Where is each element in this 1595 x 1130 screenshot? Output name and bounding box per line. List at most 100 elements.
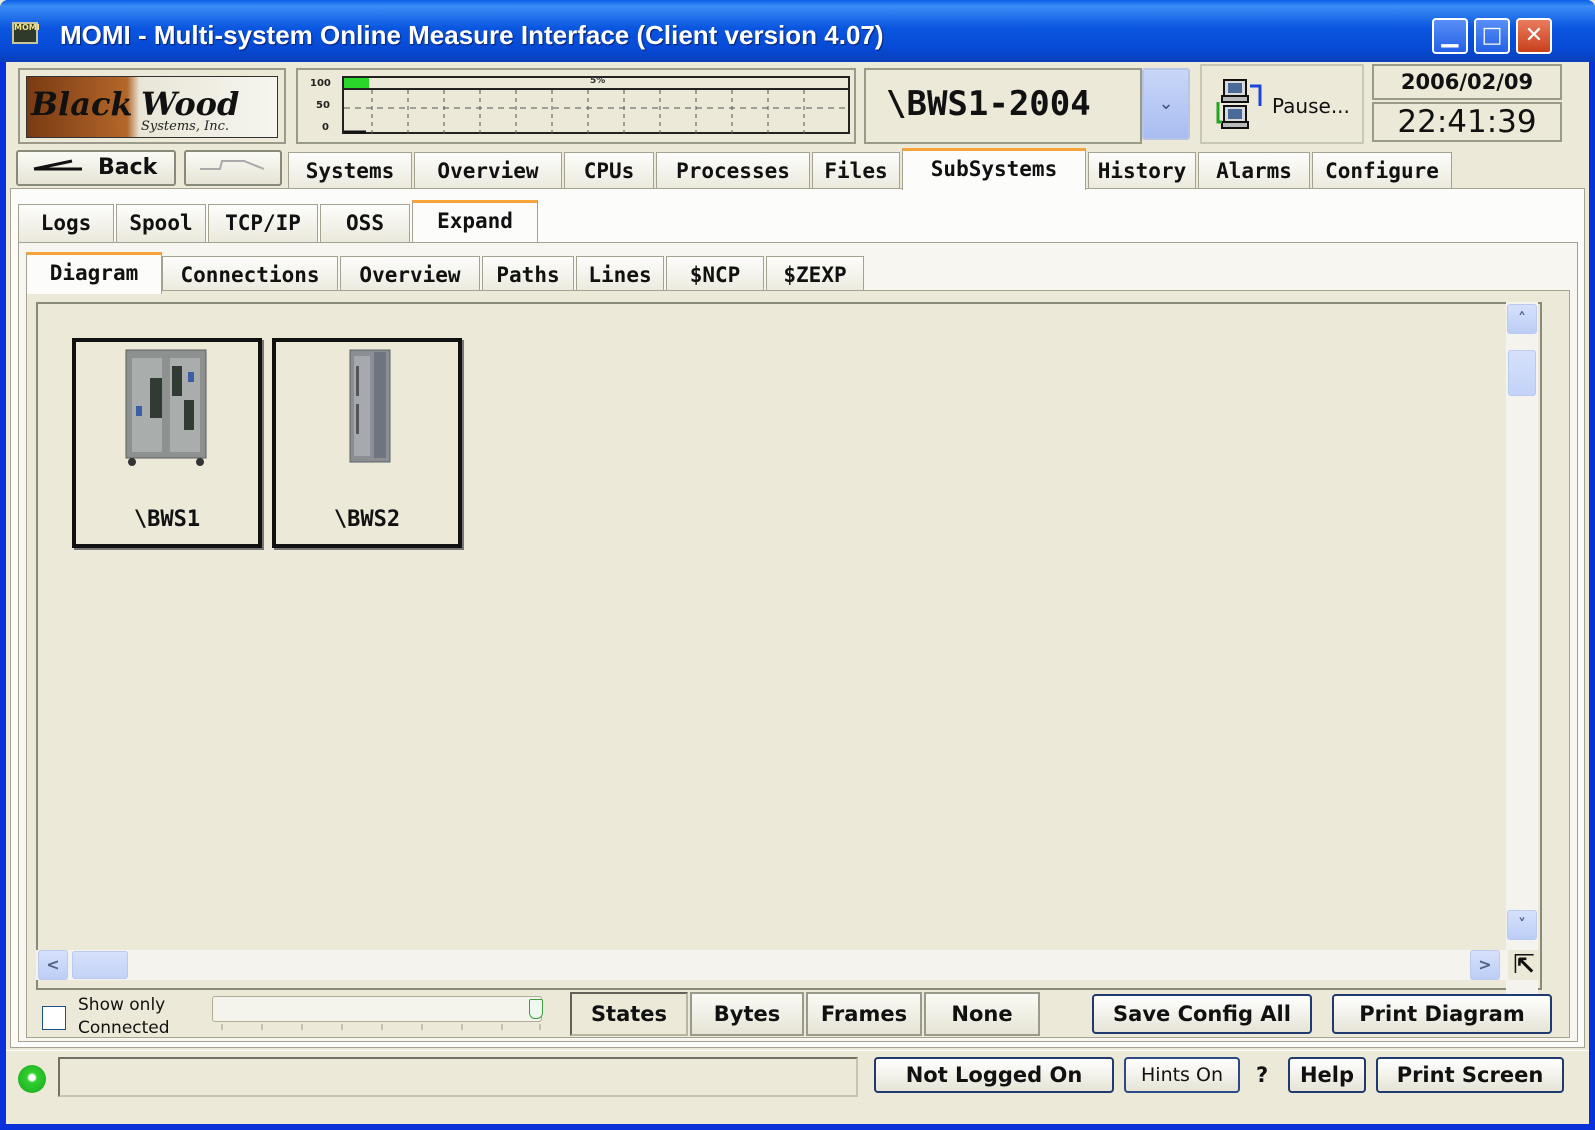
scroll-right-button[interactable]: >	[1470, 950, 1500, 980]
chevron-right-icon: >	[1478, 955, 1492, 974]
expand-tab-ncp[interactable]: $NCP	[666, 256, 764, 294]
chevron-down-icon: ˅	[1518, 915, 1526, 934]
slider-ticks	[221, 1024, 541, 1030]
gauge-plot: 5%	[342, 76, 850, 134]
diagram-node-label: \BWS1	[133, 507, 201, 532]
minimize-button[interactable]: ▁	[1432, 18, 1468, 54]
pause-label: Pause...	[1272, 94, 1350, 118]
subtab-spool[interactable]: Spool	[116, 204, 206, 242]
mode-bytes-button[interactable]: Bytes	[690, 992, 804, 1036]
mode-frames-button[interactable]: Frames	[806, 992, 922, 1036]
save-config-all-button[interactable]: Save Config All	[1092, 994, 1312, 1034]
print-diagram-button[interactable]: Print Diagram	[1332, 994, 1552, 1034]
subtab-logs[interactable]: Logs	[18, 204, 114, 242]
gauge-axis-50: 50	[316, 100, 330, 111]
current-date: 2006/02/09	[1372, 64, 1562, 100]
network-diagram-canvas[interactable]: \BWS1 \BWS2	[36, 302, 1542, 990]
diagram-horizontal-scrollbar[interactable]: < >	[36, 950, 1508, 980]
tab-configure[interactable]: Configure	[1312, 152, 1452, 190]
momi-app-icon[interactable]: MOMI	[12, 22, 40, 44]
subtab-oss[interactable]: OSS	[320, 204, 410, 242]
scroll-left-button[interactable]: <	[38, 950, 68, 980]
chevron-left-icon: <	[46, 955, 60, 974]
server-cabinet-double-icon	[125, 349, 207, 466]
status-message-field	[58, 1057, 858, 1097]
gauge-fill	[344, 78, 370, 88]
show-only-label-line2: Connected	[78, 1018, 170, 1038]
diagram-node-label: \BWS2	[333, 507, 401, 532]
tab-files[interactable]: Files	[812, 152, 900, 190]
status-bar: Not Logged On Hints On ? Help Print Scre…	[6, 1050, 1589, 1110]
back-button[interactable]: Back	[16, 150, 176, 186]
vertical-scroll-thumb[interactable]	[1508, 350, 1536, 396]
chevron-down-icon: ⌄	[1158, 93, 1174, 114]
tab-history[interactable]: History	[1088, 152, 1196, 190]
scroll-up-button[interactable]: ˄	[1507, 304, 1537, 334]
hints-toggle-button[interactable]: Hints On	[1124, 1057, 1240, 1093]
expand-tab-paths[interactable]: Paths	[482, 256, 574, 294]
logo-text-sub: Systems, Inc.	[141, 119, 230, 134]
expand-tab-lines[interactable]: Lines	[576, 256, 664, 294]
logo-image: Black Wood Systems, Inc.	[26, 76, 278, 138]
expand-tab-overview[interactable]: Overview	[340, 256, 480, 294]
tab-processes[interactable]: Processes	[656, 152, 810, 190]
gauge-percent-label: 5%	[590, 76, 606, 86]
connection-status-icon	[18, 1065, 46, 1093]
gauge-bar: 5%	[344, 76, 848, 90]
show-only-connected-label: Show only Connected	[78, 994, 170, 1040]
subtab-tcp-ip[interactable]: TCP/IP	[208, 204, 318, 242]
show-only-connected-checkbox[interactable]	[42, 1006, 66, 1030]
client-area: Black Wood Systems, Inc. 100 50 0 5% \BW…	[6, 62, 1589, 1124]
tab-cpus[interactable]: CPUs	[564, 152, 654, 190]
print-screen-button[interactable]: Print Screen	[1376, 1057, 1564, 1093]
window-title: MOMI - Multi-system Online Measure Inter…	[60, 20, 884, 50]
pause-button[interactable]: Pause...	[1200, 64, 1364, 144]
diagram-node-bws2[interactable]: \BWS2	[272, 338, 462, 548]
back-arrow-icon	[33, 159, 82, 171]
minimize-icon: ▁	[1441, 23, 1459, 48]
current-time: 22:41:39	[1372, 102, 1562, 142]
system-dropdown-button[interactable]: ⌄	[1142, 68, 1190, 140]
tab-overview[interactable]: Overview	[414, 152, 562, 190]
tab-alarms[interactable]: Alarms	[1198, 152, 1310, 190]
refresh-computers-icon	[1216, 79, 1262, 129]
forward-arrow-icon	[200, 160, 265, 170]
system-selector-value: \BWS1-2004	[886, 84, 1091, 124]
horizontal-scroll-thumb[interactable]	[72, 951, 128, 979]
gauge-axis-100: 100	[310, 78, 331, 89]
help-button[interactable]: Help	[1288, 1057, 1366, 1093]
resize-corner-arrow-icon[interactable]: ⇱	[1508, 950, 1540, 980]
tab-systems[interactable]: Systems	[288, 152, 412, 190]
chevron-up-icon: ˄	[1518, 309, 1526, 328]
expand-tab-zexp[interactable]: $ZEXP	[766, 256, 864, 294]
gauge-axis-0: 0	[322, 122, 329, 133]
zoom-slider[interactable]	[212, 996, 543, 1022]
back-label: Back	[98, 155, 158, 180]
system-selector[interactable]: \BWS1-2004	[864, 68, 1142, 144]
diagram-vertical-scrollbar[interactable]: ˄ ˅	[1506, 302, 1538, 994]
subtab-expand[interactable]: Expand	[412, 200, 538, 242]
close-icon: ✕	[1524, 23, 1544, 48]
expand-tab-diagram[interactable]: Diagram	[26, 252, 162, 294]
tab-subsystems[interactable]: SubSystems	[902, 148, 1086, 190]
mode-none-button[interactable]: None	[924, 992, 1040, 1036]
show-only-label-line1: Show only	[78, 995, 166, 1015]
question-mark-icon[interactable]: ?	[1256, 1063, 1268, 1087]
title-bar[interactable]: MOMI MOMI - Multi-system Online Measure …	[0, 0, 1595, 62]
logo-text-black: Black	[31, 85, 133, 123]
gauge-history-grid	[344, 90, 848, 134]
server-cabinet-single-icon	[349, 349, 391, 463]
scroll-down-button[interactable]: ˅	[1507, 910, 1537, 940]
mode-states-button[interactable]: States	[570, 992, 688, 1036]
close-button[interactable]: ✕	[1516, 18, 1552, 54]
slider-thumb[interactable]	[529, 999, 543, 1019]
expand-tab-connections[interactable]: Connections	[162, 256, 338, 294]
logo-text-wood: Wood	[141, 85, 240, 123]
maximize-button[interactable]: □	[1474, 18, 1510, 54]
login-button[interactable]: Not Logged On	[874, 1057, 1114, 1093]
diagram-node-bws1[interactable]: \BWS1	[72, 338, 262, 548]
cpu-busy-gauge: 100 50 0 5%	[296, 68, 856, 144]
app-window: MOMI MOMI - Multi-system Online Measure …	[0, 0, 1595, 1130]
company-logo: Black Wood Systems, Inc.	[18, 68, 286, 144]
forward-button[interactable]	[184, 150, 282, 186]
